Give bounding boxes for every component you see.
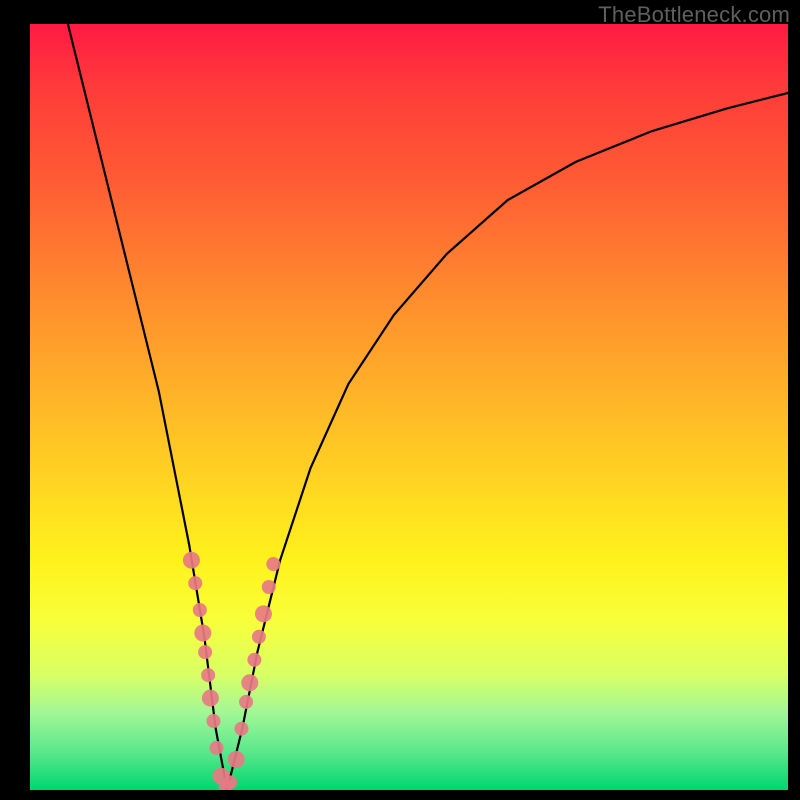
highlight-dot [206,714,220,728]
highlight-dot [223,775,237,789]
highlight-dot [247,653,261,667]
highlight-dot [266,557,280,571]
highlight-dot [241,674,258,691]
highlight-dot [201,668,215,682]
highlight-dot [188,576,202,590]
highlight-dot [183,552,200,569]
highlight-dot [198,645,212,659]
highlight-dot [202,690,219,707]
highlight-dot [194,624,211,641]
chart-frame: TheBottleneck.com [0,0,800,800]
highlight-dot [262,580,276,594]
plot-area [30,24,788,790]
watermark-text: TheBottleneck.com [598,2,790,28]
highlight-dot [255,605,272,622]
highlight-dot [228,751,245,768]
bottleneck-curve-line [68,24,788,790]
highlight-dots-group [183,552,280,790]
highlight-dot [239,695,253,709]
highlight-dot [234,722,248,736]
highlight-dot [209,741,223,755]
curve-svg [30,24,788,790]
highlight-dot [193,603,207,617]
highlight-dot [252,630,266,644]
